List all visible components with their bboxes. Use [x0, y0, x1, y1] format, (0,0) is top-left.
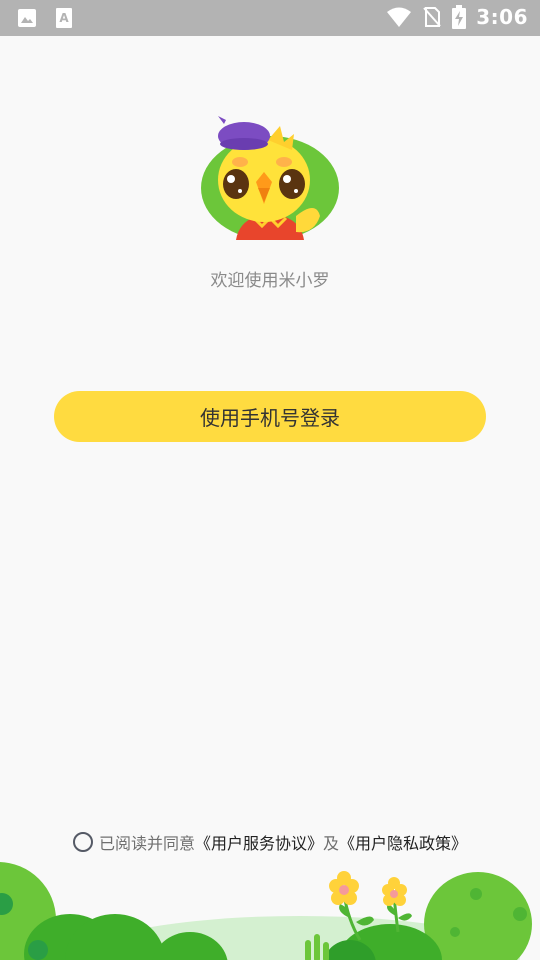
decorative-scenery: [0, 862, 532, 960]
status-bar-system: 3:06: [386, 5, 528, 29]
status-time: 3:06: [476, 5, 528, 29]
battery-charging-icon: [452, 5, 467, 29]
agreement-radio[interactable]: [72, 832, 93, 852]
welcome-text: 欢迎使用米小罗: [210, 271, 330, 291]
no-sim-icon: [423, 7, 441, 27]
text-icon: A: [56, 8, 72, 28]
wifi-icon: [387, 7, 412, 27]
privacy-link[interactable]: 《用户隐私政策》: [339, 830, 467, 854]
svg-text:A: A: [59, 11, 69, 25]
agreement-prefix: 已阅读并同意: [98, 834, 195, 853]
status-bar-notifications: A: [16, 7, 74, 29]
status-bar: A 3:06: [0, 0, 540, 36]
agreement-row: 已阅读并同意 《用户服务协议》 及 《用户隐私政策》: [0, 830, 540, 854]
terms-link[interactable]: 《用户服务协议》: [195, 830, 323, 854]
gallery-icon: [18, 9, 36, 27]
agreement-connector: 及: [323, 834, 340, 853]
phone-login-button[interactable]: 使用手机号登录: [54, 391, 486, 442]
mascot-logo: [201, 116, 339, 240]
